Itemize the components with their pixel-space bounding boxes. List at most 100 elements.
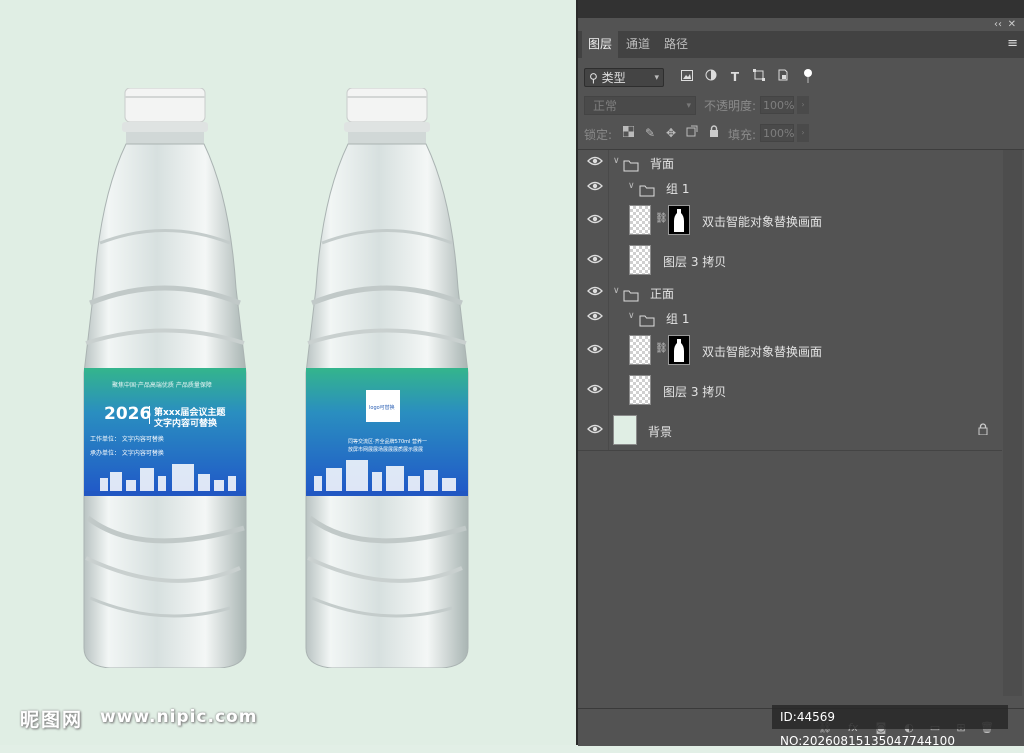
folder-icon bbox=[639, 312, 655, 327]
chevron-down-icon[interactable]: ∨ bbox=[628, 311, 635, 321]
search-icon: ⚲ bbox=[589, 71, 598, 85]
link-icon[interactable]: ⛓ bbox=[655, 213, 668, 224]
background-thumbnail[interactable] bbox=[613, 415, 637, 445]
chevron-down-icon[interactable]: ∨ bbox=[628, 181, 635, 191]
panel-title-bar bbox=[578, 0, 1024, 18]
nipic-watermark-url: www.nipic.com bbox=[100, 707, 258, 727]
layer-row-front-group[interactable]: ∨ 正面 bbox=[578, 280, 1002, 306]
back-label-divider bbox=[149, 406, 150, 424]
layer-row-back-group[interactable]: ∨ 背面 bbox=[578, 150, 1002, 176]
visibility-eye-icon[interactable] bbox=[584, 155, 606, 171]
lock-all-icon[interactable] bbox=[707, 125, 721, 141]
layer-row-background[interactable]: 背景 bbox=[578, 410, 1002, 451]
lock-label: 锁定: bbox=[584, 128, 613, 142]
row-separator bbox=[608, 305, 609, 330]
layer-thumbnail[interactable] bbox=[629, 245, 651, 275]
prevent-autonest-icon[interactable] bbox=[685, 125, 699, 141]
tab-channels[interactable]: 通道 bbox=[620, 31, 656, 58]
folder-icon bbox=[639, 182, 655, 197]
layer-mask-thumbnail[interactable] bbox=[668, 335, 690, 365]
visibility-eye-icon[interactable] bbox=[584, 213, 606, 229]
lock-icon bbox=[978, 423, 988, 438]
visibility-eye-icon[interactable] bbox=[584, 383, 606, 399]
chevron-right-icon[interactable]: › bbox=[797, 96, 809, 114]
bottle-front-mockup: logo可替换 同等交流区·齐全品牌570ml 营养一 放屏市网展展场展展展质展… bbox=[302, 88, 472, 668]
visibility-eye-icon[interactable] bbox=[584, 253, 606, 269]
bottle-back-mockup: 聚焦中国·产品高端优质 产品质量保障 2026 第xxx届会议主题 文字内容可替… bbox=[80, 88, 250, 668]
layer-name: 组 1 bbox=[666, 312, 690, 326]
layer-name: 组 1 bbox=[666, 182, 690, 196]
visibility-eye-icon[interactable] bbox=[584, 423, 606, 439]
lock-image-pixels-icon[interactable]: ✎ bbox=[643, 125, 657, 141]
layer-list-scrollbar[interactable] bbox=[1003, 150, 1022, 696]
smart-object-thumbnail[interactable] bbox=[629, 335, 651, 365]
chevron-down-icon[interactable]: ∨ bbox=[613, 156, 620, 166]
layer-name: 双击智能对象替换画面 bbox=[702, 345, 823, 359]
bottle-back-image bbox=[83, 88, 247, 668]
layer-name: 背景 bbox=[648, 425, 673, 439]
front-label-line1: 同等交流区·齐全品牌570ml 营养一 bbox=[348, 439, 427, 445]
back-label-year: 2026 bbox=[104, 404, 152, 424]
visibility-eye-icon[interactable] bbox=[584, 343, 606, 359]
layer-filter-value: 类型 bbox=[601, 71, 626, 85]
bottle-front-image bbox=[305, 88, 469, 668]
layer-mask-thumbnail[interactable] bbox=[668, 205, 690, 235]
layer-row-group1-back[interactable]: ∨ 组 1 bbox=[578, 175, 1002, 201]
layer-row-pixel-back[interactable]: 图层 3 拷贝 bbox=[578, 240, 1002, 281]
row-separator bbox=[608, 150, 609, 175]
smart-object-thumbnail[interactable] bbox=[629, 205, 651, 235]
tab-layers[interactable]: 图层 bbox=[582, 31, 619, 58]
layer-list[interactable]: ∨ 背面 ∨ 组 1 ⛓ 双击智能对象替换画面 图层 3 拷贝 ∨ 正面 ∨ 组… bbox=[578, 149, 1024, 696]
fill-input[interactable]: 100% bbox=[760, 124, 794, 142]
back-label-row2: 承办单位： 文字内容可替换 bbox=[90, 450, 164, 457]
smart-object-filter-icon[interactable] bbox=[775, 69, 791, 85]
chevron-down-icon: ▾ bbox=[686, 101, 691, 111]
lock-transparent-pixels-icon[interactable] bbox=[621, 125, 635, 141]
back-label-title-line2: 文字内容可替换 bbox=[154, 419, 218, 429]
lock-position-icon[interactable]: ✥ bbox=[664, 125, 678, 141]
link-icon[interactable]: ⛓ bbox=[655, 343, 668, 354]
visibility-eye-icon[interactable] bbox=[584, 285, 606, 301]
opacity-input[interactable]: 100% bbox=[760, 96, 794, 114]
layer-row-group1-front[interactable]: ∨ 组 1 bbox=[578, 305, 1002, 331]
layer-row-smart-object-front[interactable]: ⛓ 双击智能对象替换画面 bbox=[578, 330, 1002, 371]
layer-name: 图层 3 拷贝 bbox=[663, 385, 727, 399]
folder-icon bbox=[623, 287, 639, 302]
toggle-filter-icon[interactable] bbox=[800, 69, 816, 85]
chevron-right-icon[interactable]: › bbox=[797, 124, 809, 142]
row-separator bbox=[608, 240, 609, 280]
row-separator bbox=[608, 200, 609, 240]
nipic-watermark-logo: 昵图网 bbox=[20, 709, 84, 731]
blend-mode-value: 正常 bbox=[593, 99, 618, 113]
adjustment-filter-icon[interactable] bbox=[703, 69, 719, 85]
layer-thumbnail[interactable] bbox=[629, 375, 651, 405]
fill-label: 填充: bbox=[728, 128, 757, 142]
type-filter-icon[interactable]: T bbox=[727, 69, 743, 85]
layer-name: 图层 3 拷贝 bbox=[663, 255, 727, 269]
blend-mode-select[interactable]: 正常 ▾ bbox=[584, 96, 696, 115]
image-filter-icon[interactable] bbox=[679, 69, 695, 85]
layer-row-smart-object-back[interactable]: ⛓ 双击智能对象替换画面 bbox=[578, 200, 1002, 241]
double-chevron-left-icon[interactable]: ‹‹ bbox=[994, 18, 1002, 32]
layer-filter-select[interactable]: ⚲ 类型 ▾ bbox=[584, 68, 664, 87]
panel-tabs: 图层 通道 路径 bbox=[578, 31, 1024, 58]
row-separator bbox=[608, 330, 609, 370]
layer-row-pixel-front[interactable]: 图层 3 拷贝 bbox=[578, 370, 1002, 411]
back-label-tagline: 聚焦中国·产品高端优质 产品质量保障 bbox=[112, 382, 212, 389]
document-canvas[interactable]: 聚焦中国·产品高端优质 产品质量保障 2026 第xxx届会议主题 文字内容可替… bbox=[0, 0, 576, 745]
row-separator bbox=[608, 280, 609, 305]
panel-menu-icon[interactable]: ≡ bbox=[1007, 37, 1018, 51]
visibility-eye-icon[interactable] bbox=[584, 180, 606, 196]
shape-filter-icon[interactable] bbox=[751, 69, 767, 85]
close-icon[interactable]: ✕ bbox=[1008, 18, 1016, 32]
chevron-down-icon[interactable]: ∨ bbox=[613, 286, 620, 296]
chevron-down-icon: ▾ bbox=[654, 73, 659, 83]
visibility-eye-icon[interactable] bbox=[584, 310, 606, 326]
nipic-id-badge: ID:44569 NO:20260815135047744100 bbox=[772, 705, 1008, 748]
layer-name: 双击智能对象替换画面 bbox=[702, 215, 823, 229]
layer-name: 正面 bbox=[650, 287, 675, 301]
row-separator bbox=[608, 370, 609, 410]
row-separator bbox=[608, 175, 609, 200]
opacity-label: 不透明度: bbox=[704, 99, 757, 113]
tab-paths[interactable]: 路径 bbox=[658, 31, 694, 58]
